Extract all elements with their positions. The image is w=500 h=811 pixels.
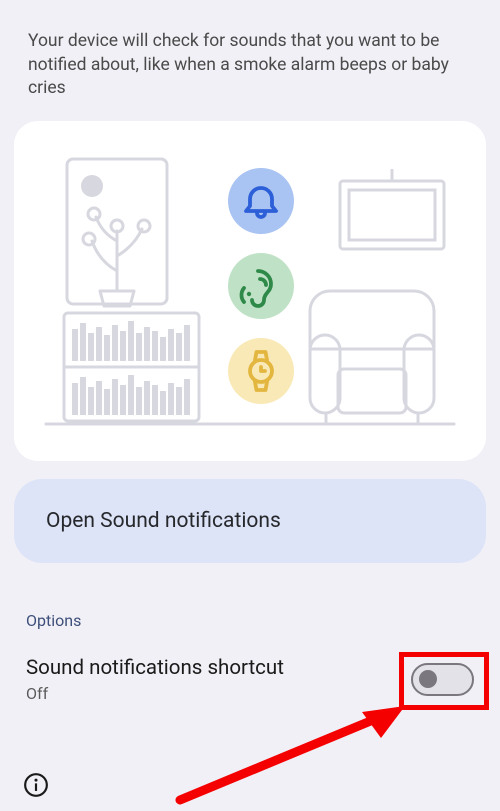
shortcut-title: Sound notifications shortcut bbox=[26, 656, 284, 680]
info-button[interactable] bbox=[22, 771, 50, 799]
annotation-arrow bbox=[160, 700, 440, 811]
description-text: Your device will check for sounds that y… bbox=[0, 0, 500, 121]
shortcut-toggle[interactable] bbox=[411, 663, 474, 696]
toggle-thumb bbox=[419, 670, 437, 688]
room-illustration bbox=[14, 121, 486, 461]
shortcut-text: Sound notifications shortcut Off bbox=[26, 656, 284, 703]
options-section-label: Options bbox=[26, 611, 474, 630]
shortcut-state: Off bbox=[26, 684, 284, 703]
open-sound-notifications-button[interactable]: Open Sound notifications bbox=[14, 479, 486, 563]
open-button-label: Open Sound notifications bbox=[46, 509, 281, 533]
sound-notifications-shortcut-row[interactable]: Sound notifications shortcut Off bbox=[26, 656, 474, 703]
info-icon bbox=[23, 772, 49, 798]
illustration-card bbox=[14, 121, 486, 461]
